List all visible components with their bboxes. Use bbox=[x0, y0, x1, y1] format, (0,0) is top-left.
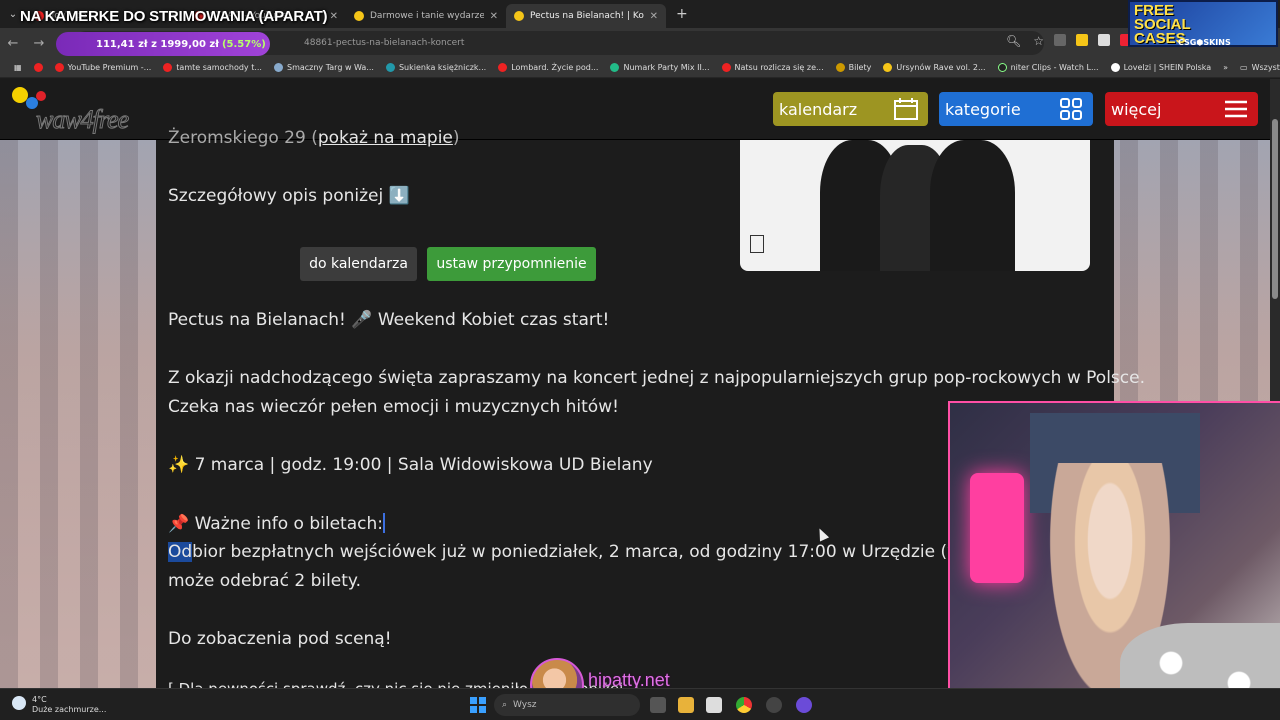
bookmark-star-icon[interactable]: ☆ bbox=[1033, 34, 1044, 48]
store-icon[interactable] bbox=[706, 697, 722, 713]
youtube-icon bbox=[721, 63, 731, 72]
scrollbar-thumb[interactable] bbox=[1272, 119, 1278, 299]
ticket-info-line: Odbior bezpłatnych wejściówek już w poni… bbox=[168, 542, 995, 562]
ticket-info-title: 📌 Ważne info o biletach: bbox=[168, 513, 385, 534]
task-view-icon[interactable] bbox=[650, 697, 666, 713]
extension-icon[interactable] bbox=[1098, 34, 1110, 46]
webcam-overlay bbox=[948, 401, 1280, 720]
close-icon[interactable]: ✕ bbox=[650, 11, 658, 22]
site-logo[interactable]: waw4free bbox=[12, 87, 162, 135]
folder-icon: ▭ bbox=[1240, 63, 1248, 72]
bookmark-favicon bbox=[835, 63, 845, 72]
bookmark-item[interactable]: Sukienka księżniczk... bbox=[380, 63, 492, 72]
bookmark-item[interactable]: Smaczny Targ w Wa... bbox=[268, 63, 380, 72]
waw4free-favicon bbox=[514, 11, 524, 21]
more-nav-button[interactable]: więcej bbox=[1105, 92, 1258, 126]
logo-dot bbox=[36, 91, 46, 101]
bookmark-favicon bbox=[385, 63, 395, 72]
zoom-icon[interactable]: 🔍︎ bbox=[1006, 34, 1021, 48]
taskbar: 4°C Duże zachmurze... ⌕ Wysz bbox=[0, 688, 1280, 720]
all-bookmarks[interactable]: ▭Wszystkie zakładki bbox=[1234, 63, 1280, 72]
grid-icon bbox=[1060, 98, 1082, 120]
description-line: Czeka nas wieczór pełen emocji i muzyczn… bbox=[168, 397, 619, 417]
bookmark-item[interactable]: Lovelzi | SHEIN Polska bbox=[1105, 63, 1218, 72]
apps-icon[interactable]: ▦ bbox=[8, 63, 28, 72]
set-reminder-button[interactable]: ustaw przypomnienie bbox=[427, 247, 596, 281]
calendar-nav-button[interactable]: kalendarz bbox=[773, 92, 928, 126]
bookmark-item[interactable]: Bilety bbox=[830, 63, 878, 72]
donation-goal-overlay: 111,41 zł z 1999,00 zł (5.57%) bbox=[56, 32, 270, 56]
new-tab-button[interactable]: + bbox=[666, 6, 698, 22]
bookmark-item[interactable]: Natsu rozlicza się ze... bbox=[716, 63, 830, 72]
bookmark-favicon bbox=[273, 63, 283, 72]
bookmark-item[interactable]: Ursynów Rave vol. 2... bbox=[877, 63, 991, 72]
bookmark-item[interactable]: Lombard. Życie pod... bbox=[492, 63, 604, 72]
extension-icon[interactable] bbox=[1054, 34, 1066, 46]
forward-button[interactable]: → bbox=[26, 36, 52, 51]
poster-figure bbox=[930, 140, 1015, 271]
bookmark-item[interactable]: YouTube Premium -... bbox=[49, 63, 158, 72]
event-headline: Pectus na Bielanach! 🎤 Weekend Kobiet cz… bbox=[168, 310, 610, 330]
microphone-light bbox=[970, 473, 1024, 583]
ad-banner: FREE SOCIAL CASES CSG⬢SKINS bbox=[1128, 0, 1278, 47]
selected-text: Od bbox=[168, 542, 193, 562]
youtube-icon bbox=[498, 63, 508, 72]
bookmark-item[interactable]: tamte samochody t... bbox=[157, 63, 268, 72]
bookmarks-bar: ▦ YouTube Premium -... tamte samochody t… bbox=[0, 58, 1280, 78]
search-icon: ⌕ bbox=[502, 700, 508, 710]
hamburger-icon bbox=[1225, 100, 1247, 118]
waw4free-favicon bbox=[354, 11, 364, 21]
chrome-icon[interactable] bbox=[736, 697, 752, 713]
event-address: Żeromskiego 29 (pokaż na mapie) bbox=[168, 128, 460, 148]
bookmark-favicon bbox=[997, 63, 1007, 72]
windows-start-icon[interactable] bbox=[470, 697, 486, 713]
stream-title-overlay: NA KAMERKE DO STRIMOWANIA (APARAT) bbox=[20, 8, 328, 25]
weather-widget[interactable]: 4°C Duże zachmurze... bbox=[12, 695, 106, 715]
bookmark-favicon bbox=[33, 63, 43, 72]
district-crest-icon bbox=[750, 235, 764, 253]
add-to-calendar-button[interactable]: do kalendarza bbox=[300, 247, 417, 281]
calendar-icon bbox=[894, 98, 918, 120]
youtube-icon bbox=[54, 63, 64, 72]
bookmark-favicon bbox=[1110, 63, 1120, 72]
close-icon[interactable]: ✕ bbox=[330, 11, 338, 22]
taskbar-search[interactable]: ⌕ Wysz bbox=[494, 694, 640, 716]
back-button[interactable]: ← bbox=[0, 36, 26, 51]
ticket-info-line: może odebrać 2 bilety. bbox=[168, 571, 361, 591]
closing-line: Do zobaczenia pod sceną! bbox=[168, 629, 392, 649]
close-icon[interactable]: ✕ bbox=[490, 11, 498, 22]
bookmark-favicon bbox=[883, 63, 893, 72]
cloudy-weather-icon bbox=[12, 696, 26, 710]
youtube-icon bbox=[163, 63, 173, 72]
extension-icon[interactable] bbox=[1076, 34, 1088, 46]
description-line: Z okazji nadchodzącego święta zapraszamy… bbox=[168, 368, 1146, 388]
map-link[interactable]: pokaż na mapie bbox=[318, 128, 453, 148]
details-note: Szczegółowy opis poniżej ⬇️ bbox=[168, 186, 410, 206]
event-poster bbox=[740, 140, 1090, 271]
tab-pectus[interactable]: Pectus na Bielanach! | Koncert |✕ bbox=[506, 4, 666, 28]
bookmark-item[interactable] bbox=[28, 63, 49, 72]
text-caret bbox=[383, 513, 385, 533]
bookmark-item[interactable]: niter Clips - Watch L... bbox=[992, 63, 1105, 72]
bookmark-item[interactable]: Numark Party Mix II... bbox=[604, 63, 715, 72]
obs-icon[interactable] bbox=[766, 697, 782, 713]
file-explorer-icon[interactable] bbox=[678, 697, 694, 713]
event-datetime: ✨ 7 marca | godz. 19:00 | Sala Widowisko… bbox=[168, 455, 653, 475]
app-icon[interactable] bbox=[796, 697, 812, 713]
more-bookmarks-icon[interactable]: » bbox=[1217, 63, 1234, 72]
categories-nav-button[interactable]: kategorie bbox=[939, 92, 1093, 126]
tab-darmowe[interactable]: Darmowe i tanie wydarzenia w✕ bbox=[346, 4, 506, 28]
bookmark-favicon bbox=[610, 63, 620, 72]
